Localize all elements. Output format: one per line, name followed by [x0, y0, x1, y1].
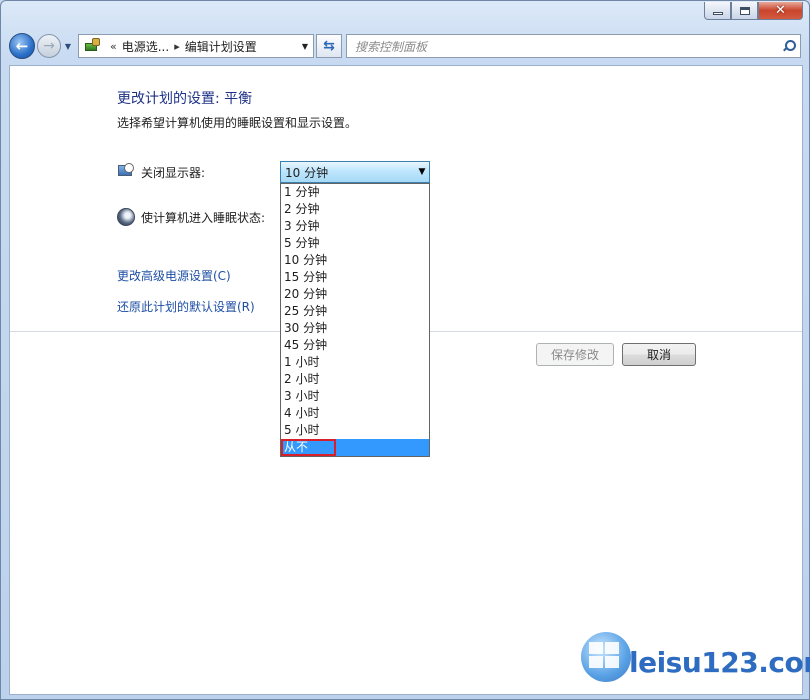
search-icon[interactable]	[782, 40, 796, 52]
page-title: 更改计划的设置: 平衡	[117, 91, 253, 107]
search-input[interactable]: 搜索控制面板	[346, 34, 801, 58]
option-1-hour[interactable]: 1 小时	[281, 354, 429, 371]
advanced-power-settings-link[interactable]: 更改高级电源设置(C)	[117, 267, 231, 284]
close-button[interactable]: ✕	[758, 2, 803, 20]
navigation-toolbar: ← → ▼ « 电源选... ▸ 编辑计划设置 ▼ ⇆ 搜索控制面板	[9, 31, 801, 61]
sleep-label: 使计算机进入睡眠状态:	[141, 210, 266, 225]
recent-pages-dropdown[interactable]: ▼	[62, 42, 74, 51]
option-2-hours[interactable]: 2 小时	[281, 371, 429, 388]
display-off-select[interactable]: 10 分钟 ▼	[280, 161, 430, 183]
breadcrumb-item-edit-plan[interactable]: 编辑计划设置	[185, 38, 257, 55]
option-30-min[interactable]: 30 分钟	[281, 320, 429, 337]
maximize-button[interactable]	[731, 2, 758, 20]
option-3-hours[interactable]: 3 小时	[281, 388, 429, 405]
maximize-icon	[739, 6, 750, 15]
monitor-clock-icon	[117, 163, 135, 181]
display-off-label: 关闭显示器:	[141, 165, 206, 180]
forward-button[interactable]: →	[37, 34, 61, 58]
moon-icon	[117, 208, 135, 226]
back-arrow-icon: ←	[15, 37, 29, 55]
refresh-button[interactable]: ⇆	[316, 34, 342, 58]
option-20-min[interactable]: 20 分钟	[281, 286, 429, 303]
breadcrumb-separator-icon[interactable]: ▸	[174, 40, 180, 53]
option-45-min[interactable]: 45 分钟	[281, 337, 429, 354]
option-5-min[interactable]: 5 分钟	[281, 235, 429, 252]
watermark-text: leisu123.com	[629, 646, 810, 679]
save-button[interactable]: 保存修改	[536, 343, 614, 366]
back-button[interactable]: ←	[9, 33, 35, 59]
content-pane: 更改计划的设置: 平衡 选择希望计算机使用的睡眠设置和显示设置。 关闭显示器: …	[9, 65, 810, 695]
watermark: leisu123.com	[575, 626, 810, 692]
display-off-row: 关闭显示器:	[117, 163, 291, 181]
windows-flag-icon	[589, 642, 619, 668]
cancel-button[interactable]: 取消	[622, 343, 696, 366]
close-icon: ✕	[775, 3, 786, 18]
caption-buttons: ✕	[704, 2, 803, 20]
option-1-min[interactable]: 1 分钟	[281, 184, 429, 201]
option-2-min[interactable]: 2 分钟	[281, 201, 429, 218]
option-3-min[interactable]: 3 分钟	[281, 218, 429, 235]
address-bar[interactable]: « 电源选... ▸ 编辑计划设置 ▼	[78, 34, 314, 58]
option-10-min[interactable]: 10 分钟	[281, 252, 429, 269]
refresh-icon: ⇆	[323, 38, 335, 54]
forward-arrow-icon: →	[43, 38, 55, 54]
power-options-icon	[83, 37, 101, 55]
page-description: 选择希望计算机使用的睡眠设置和显示设置。	[117, 116, 358, 130]
address-dropdown-icon[interactable]: ▼	[297, 42, 313, 51]
option-5-hours[interactable]: 5 小时	[281, 422, 429, 439]
search-placeholder: 搜索控制面板	[355, 39, 428, 54]
option-15-min[interactable]: 15 分钟	[281, 269, 429, 286]
breadcrumb-item-power-options[interactable]: 电源选...	[122, 38, 169, 55]
breadcrumb-overflow-icon[interactable]: «	[110, 40, 117, 53]
minimize-icon	[712, 12, 723, 15]
option-4-hours[interactable]: 4 小时	[281, 405, 429, 422]
minimize-button[interactable]	[704, 2, 731, 20]
display-off-value: 10 分钟	[285, 165, 329, 180]
option-never[interactable]: 从不	[281, 439, 429, 456]
control-panel-window: ✕ ← → ▼ « 电源选... ▸ 编辑计划设置 ▼ ⇆ 搜索控制面板 更改计…	[0, 0, 810, 700]
sleep-row: 使计算机进入睡眠状态:	[117, 208, 291, 226]
restore-defaults-link[interactable]: 还原此计划的默认设置(R)	[117, 298, 255, 315]
highlighted-option-never: 从不	[281, 439, 336, 456]
chevron-down-icon[interactable]: ▼	[415, 167, 429, 177]
option-25-min[interactable]: 25 分钟	[281, 303, 429, 320]
display-off-options-list: 1 分钟 2 分钟 3 分钟 5 分钟 10 分钟 15 分钟 20 分钟 25…	[280, 183, 430, 457]
